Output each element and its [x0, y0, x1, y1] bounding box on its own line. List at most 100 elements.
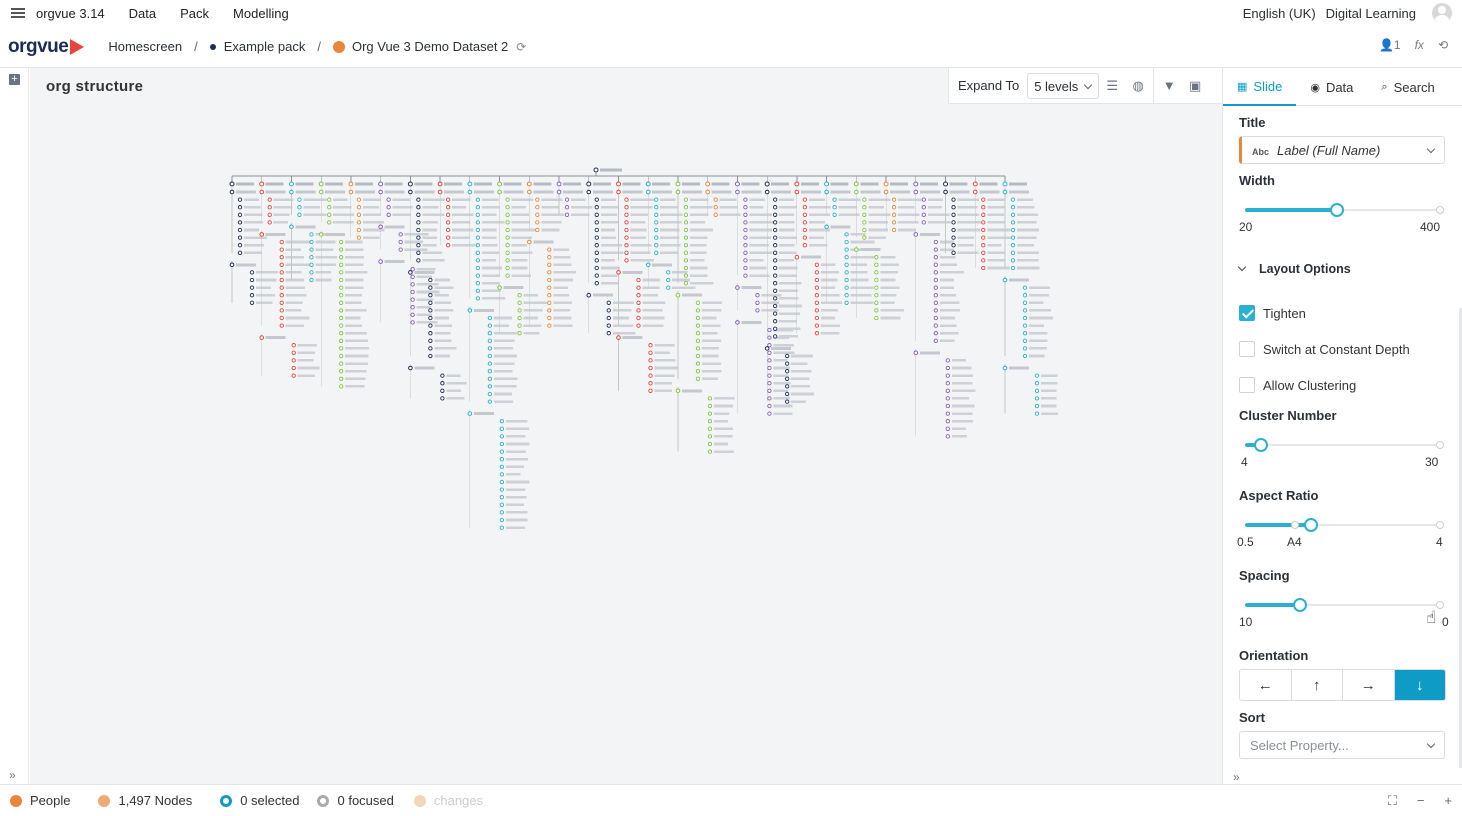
- tree-leaf-node: [499, 495, 504, 500]
- tree-branch-node: [348, 181, 354, 187]
- zoom-out-icon[interactable]: −: [1417, 793, 1425, 809]
- constant-depth-checkbox[interactable]: [1239, 341, 1255, 357]
- tree-leaf-label: [850, 286, 874, 289]
- tree-manager-node: [705, 189, 710, 195]
- menu-pack[interactable]: Pack: [180, 6, 209, 21]
- width-slider-thumb[interactable]: [1329, 203, 1344, 217]
- formula-icon[interactable]: fx: [1415, 38, 1424, 52]
- changes-status[interactable]: changes: [413, 793, 483, 808]
- tree-leaf-node: [767, 335, 772, 340]
- tree-branch-node: [407, 181, 413, 187]
- palette-icon[interactable]: ◍: [1125, 78, 1151, 94]
- language-selector[interactable]: English (UK): [1243, 6, 1316, 21]
- levels-dropdown[interactable]: 5 levels: [1027, 72, 1100, 99]
- tree-leaf-node: [814, 262, 820, 267]
- expand-panel-icon[interactable]: »: [1233, 770, 1240, 784]
- aspect-slider[interactable]: [1245, 518, 1444, 532]
- tree-leaf-label: [553, 248, 570, 251]
- orient-left-button[interactable]: ←: [1240, 670, 1292, 700]
- tree-leaf-node: [428, 346, 433, 351]
- tree-leaf-node: [951, 212, 956, 217]
- aspect-slider-thumb[interactable]: [1304, 518, 1319, 532]
- tree-leaf-label: [749, 205, 764, 209]
- tree-leaf-label: [553, 263, 572, 267]
- breadcrumb-dataset[interactable]: Org Vue 3 Demo Dataset 2: [352, 39, 508, 54]
- tab-search[interactable]: ⌕ Search: [1367, 68, 1448, 106]
- tree-manager-label: [503, 286, 524, 290]
- panel-icon[interactable]: ▣: [1182, 78, 1208, 94]
- menu-modelling[interactable]: Modelling: [233, 6, 289, 21]
- cluster-number-label: Cluster Number: [1239, 408, 1337, 423]
- cluster-slider[interactable]: [1245, 438, 1444, 452]
- tree-leaf-node: [416, 250, 421, 255]
- spacing-slider-thumb[interactable]: [1292, 598, 1307, 612]
- tree-manager-label: [1009, 366, 1029, 370]
- org-tree-chart[interactable]: [30, 68, 1222, 784]
- tree-leaf-label: [1017, 228, 1040, 232]
- tree-leaf-node: [767, 388, 772, 393]
- tighten-checkbox[interactable]: [1239, 305, 1255, 321]
- tree-leaf-node: [428, 331, 433, 336]
- tree-leaf-label: [434, 354, 450, 358]
- sync-icon[interactable]: ⟳: [516, 40, 526, 54]
- tab-data[interactable]: ◉ Data: [1296, 68, 1367, 106]
- orient-down-button[interactable]: ↓: [1394, 670, 1445, 700]
- expand-left-icon[interactable]: »: [9, 768, 16, 782]
- tree-leaf-label: [511, 221, 531, 224]
- tree-leaf-node: [475, 288, 480, 293]
- tree-leaf-label: [654, 389, 672, 393]
- tree-leaf-node: [410, 297, 415, 302]
- tree-leaf-label: [951, 397, 969, 400]
- tree-leaf-label: [333, 221, 354, 224]
- expand-to-label: Expand To: [958, 78, 1020, 93]
- tree-leaf-label: [951, 419, 973, 423]
- orient-up-button[interactable]: ↑: [1292, 670, 1343, 700]
- tree-leaf-node: [933, 323, 938, 328]
- orient-right-button[interactable]: →: [1343, 670, 1395, 700]
- nodes-icon: [98, 794, 111, 807]
- filter-icon[interactable]: ▼: [1156, 78, 1182, 93]
- sort-select[interactable]: Select Property...: [1239, 731, 1445, 759]
- cluster-slider-thumb[interactable]: [1253, 438, 1268, 452]
- hamburger-menu-icon[interactable]: [11, 8, 25, 18]
- focused-status[interactable]: 0 focused: [317, 793, 394, 808]
- tree-leaf-label: [957, 236, 974, 239]
- breadcrumb-homescreen[interactable]: Homescreen: [108, 39, 182, 54]
- tree-leaf-node: [499, 434, 504, 439]
- settings-sync-icon[interactable]: ⟲: [1438, 38, 1448, 52]
- tree-branch-label: [384, 182, 403, 186]
- orgvue-logo[interactable]: orgvue: [8, 36, 85, 58]
- tab-slide[interactable]: ▦ Slide: [1223, 68, 1297, 106]
- width-slider[interactable]: [1245, 203, 1444, 217]
- selected-status[interactable]: 0 selected: [220, 793, 299, 808]
- tree-leaf-node: [773, 265, 778, 271]
- menu-data[interactable]: Data: [129, 6, 156, 21]
- tree-leaf-node: [951, 220, 956, 225]
- spacing-slider[interactable]: [1245, 598, 1444, 612]
- zoom-in-icon[interactable]: +: [1444, 793, 1452, 809]
- fullscreen-icon[interactable]: ⛶: [1388, 793, 1397, 809]
- clustering-checkbox[interactable]: [1239, 377, 1255, 393]
- aspect-min: 0.5: [1237, 535, 1254, 549]
- layout-options-toggle[interactable]: Layout Options: [1237, 262, 1351, 276]
- nodes-status[interactable]: 1,497 Nodes: [98, 793, 192, 808]
- tree-leaf-label: [779, 243, 795, 247]
- list-icon[interactable]: ☰: [1099, 78, 1125, 94]
- breadcrumb-pack[interactable]: Example pack: [224, 39, 306, 54]
- tree-leaf-node: [339, 239, 344, 245]
- chart-canvas[interactable]: org structure Expand To 5 levels ☰ ◍ ▼ ▣: [30, 67, 1222, 784]
- tree-leaf-label: [957, 205, 978, 209]
- tree-leaf-node: [1022, 353, 1028, 359]
- tree-leaf-label: [416, 298, 434, 301]
- add-slide-icon[interactable]: +: [9, 74, 20, 85]
- tree-leaf-node: [773, 235, 778, 240]
- tree-manager-label: [325, 232, 346, 236]
- tree-leaf-label: [505, 526, 525, 529]
- tree-leaf-node: [475, 212, 480, 217]
- entity-status[interactable]: People: [10, 793, 70, 808]
- title-select[interactable]: Abc Label (Full Name): [1239, 136, 1445, 164]
- digital-learning-link[interactable]: Digital Learning: [1326, 6, 1416, 21]
- user-avatar-icon[interactable]: [1432, 3, 1452, 23]
- tree-manager-label: [622, 336, 643, 340]
- users-count-icon[interactable]: 👤1: [1379, 38, 1401, 52]
